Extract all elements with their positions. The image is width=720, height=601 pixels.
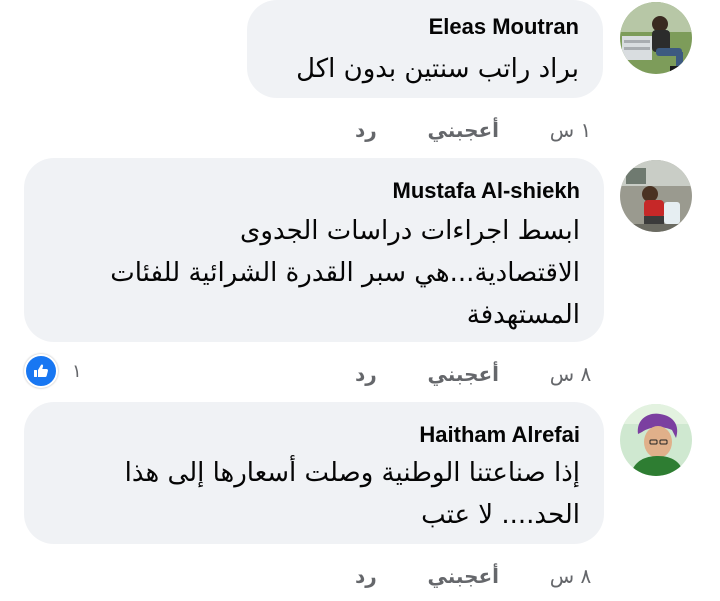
comment-text: ابسط اجراءات دراسات الجدوى الاقتصادية...… (110, 216, 580, 330)
avatar[interactable] (620, 160, 692, 232)
comment-text: إذا صناعتنا الوطنية وصلت أسعارها إلى هذا… (124, 458, 580, 530)
comment-actions: ٨ س أعجبني رد (355, 362, 591, 386)
comment-bubble: Haitham Alrefai إذا صناعتنا الوطنية وصلت… (24, 402, 604, 544)
comment-time[interactable]: ٨ س (550, 564, 592, 588)
comment-author[interactable]: Haitham Alrefai (419, 422, 580, 448)
like-button[interactable]: أعجبني (428, 118, 500, 142)
comment-text: براد راتب سنتين بدون اكل (296, 54, 579, 84)
comment: Eleas Moutran براد راتب سنتين بدون اكل ١… (0, 0, 720, 150)
reaction-summary[interactable]: ١ (24, 354, 82, 388)
comment-actions: ٨ س أعجبني رد (355, 564, 591, 588)
comment-bubble: Mustafa Al-shiekh ابسط اجراءات دراسات ال… (24, 158, 604, 342)
reaction-count: ١ (72, 360, 82, 382)
thumbs-up-icon (24, 354, 58, 388)
comment-time[interactable]: ٨ س (550, 362, 592, 386)
comment-author[interactable]: Eleas Moutran (429, 14, 579, 40)
comment: Mustafa Al-shiekh ابسط اجراءات دراسات ال… (0, 158, 720, 388)
reply-button[interactable]: رد (355, 118, 377, 142)
reply-button[interactable]: رد (355, 362, 377, 386)
comment-bubble: Eleas Moutran براد راتب سنتين بدون اكل (247, 0, 603, 98)
comment-time[interactable]: ١ س (550, 118, 592, 142)
comment-list: Eleas Moutran براد راتب سنتين بدون اكل ١… (0, 0, 720, 601)
comment-actions: ١ س أعجبني رد (355, 118, 591, 142)
reply-button[interactable]: رد (355, 564, 377, 588)
comment-author[interactable]: Mustafa Al-shiekh (393, 178, 580, 204)
avatar[interactable] (620, 404, 692, 476)
like-button[interactable]: أعجبني (428, 362, 500, 386)
comment: Haitham Alrefai إذا صناعتنا الوطنية وصلت… (0, 402, 720, 601)
avatar[interactable] (620, 2, 692, 74)
like-button[interactable]: أعجبني (428, 564, 500, 588)
